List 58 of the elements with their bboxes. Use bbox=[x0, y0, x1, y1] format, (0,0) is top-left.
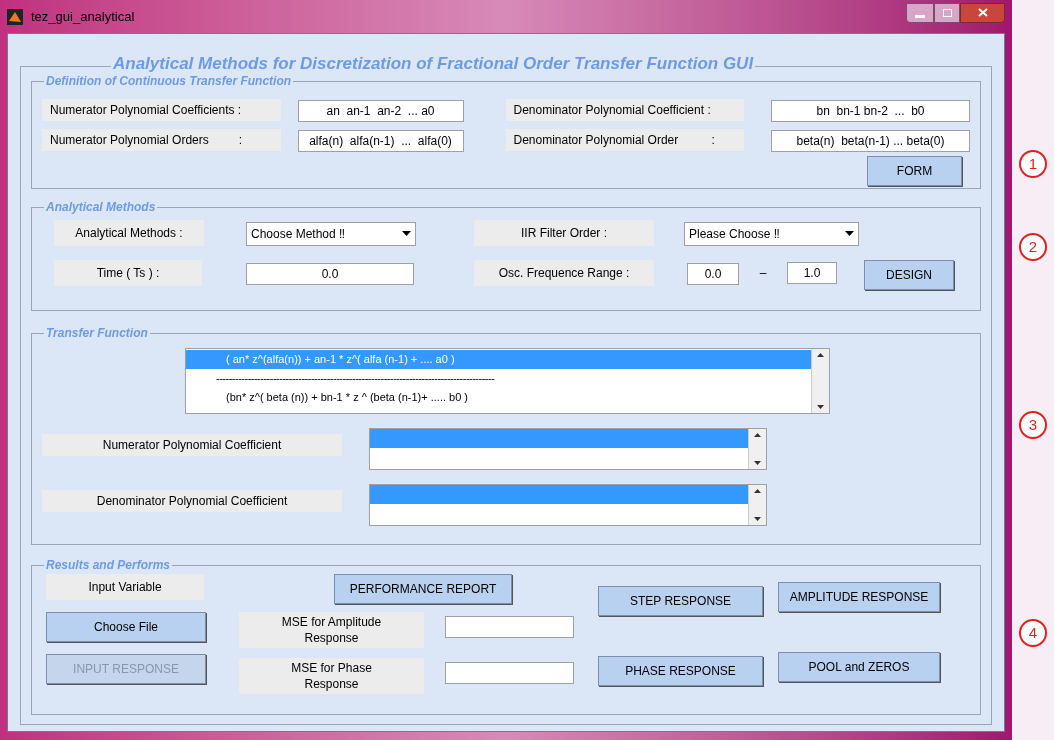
down-arrow-icon[interactable] bbox=[754, 461, 761, 465]
input-field[interactable] bbox=[445, 661, 574, 684]
scrollbar[interactable] bbox=[748, 429, 766, 469]
form-button[interactable]: FORM bbox=[867, 156, 962, 186]
up-arrow-icon[interactable] bbox=[754, 489, 761, 493]
dropdown[interactable]: Choose Method ‼ bbox=[246, 221, 416, 246]
phase-response-button[interactable]: PHASE RESPONSE bbox=[598, 656, 763, 686]
input-field[interactable]: 0.0 bbox=[246, 263, 414, 285]
number-marker: 2 bbox=[1019, 233, 1047, 261]
field-label: Denominator Polynomial Order : bbox=[505, 129, 744, 151]
window-title: tez_gui_analytical bbox=[31, 7, 135, 26]
number-marker: 4 bbox=[1019, 619, 1047, 647]
list-item[interactable]: ---------------------------------------------------------------------------------------- bbox=[186, 369, 811, 388]
app-icon bbox=[7, 8, 23, 25]
choose-file-button[interactable]: Choose File bbox=[46, 612, 206, 642]
number-marker: 1 bbox=[1019, 150, 1047, 178]
field-label: Denominator Polynomial Coefficient : bbox=[505, 99, 744, 121]
input-field[interactable]: beta(n) beta(n-1) ... beta(0) bbox=[771, 130, 970, 152]
range-separator: – bbox=[758, 265, 768, 282]
field-label: Denominator Polynomial Coefficient bbox=[42, 490, 342, 512]
design-button[interactable]: DESIGN bbox=[864, 260, 954, 290]
field-label: MSE for Phase Response bbox=[239, 658, 424, 694]
up-arrow-icon[interactable] bbox=[817, 353, 824, 357]
caret-icon bbox=[845, 231, 854, 236]
scrollbar[interactable] bbox=[811, 349, 829, 413]
field-label: Analytical Methods : bbox=[54, 220, 204, 246]
close-icon[interactable] bbox=[977, 8, 988, 17]
transfer-function-list[interactable]: ( an* z^(alfa(n)) + an-1 * z^( alfa (n-1) + .... a0 ) ---------------------------------------------------------------------------------------- (bn* z^( beta (n)) + bn-1 * z ^ (beta (n-1)+ ..... b0 ) bbox=[185, 348, 830, 414]
input-field[interactable] bbox=[445, 615, 574, 638]
input-field[interactable]: bn bn-1 bn-2 ... b0 bbox=[771, 100, 970, 122]
field-label: MSE for Amplitude Response bbox=[239, 612, 424, 648]
minimize-button[interactable] bbox=[906, 2, 934, 23]
input-field[interactable]: 0.0 bbox=[687, 263, 739, 285]
input-field[interactable]: alfa(n) alfa(n-1) ... alfa(0) bbox=[297, 130, 464, 152]
down-arrow-icon[interactable] bbox=[754, 517, 761, 521]
step-response-button[interactable]: STEP RESPONSE bbox=[598, 586, 763, 616]
field-label: Numerator Polynomial Orders : bbox=[42, 129, 281, 151]
caret-icon bbox=[402, 231, 411, 236]
performance-report-button[interactable]: PERFORMANCE REPORT bbox=[334, 574, 512, 604]
input-field[interactable]: 1.0 bbox=[787, 262, 837, 284]
maximize-button[interactable] bbox=[934, 2, 960, 23]
close-button[interactable] bbox=[960, 2, 1005, 23]
list-item[interactable]: (bn* z^( beta (n)) + bn-1 * z ^ (beta (n-1)+ ..... b0 ) bbox=[186, 388, 811, 407]
field-label: IIR Filter Order : bbox=[474, 220, 654, 246]
field-label: Numerator Polynomial Coefficient bbox=[42, 434, 342, 456]
input-field[interactable]: an an-1 an-2 ... a0 bbox=[297, 100, 464, 122]
dropdown[interactable]: Please Choose ‼ bbox=[684, 221, 859, 246]
down-arrow-icon[interactable] bbox=[817, 405, 824, 409]
field-label: Numerator Polynomial Coefficients : bbox=[42, 99, 281, 121]
field-label: Input Variable bbox=[46, 574, 204, 600]
field-label: Time ( Ts ) : bbox=[54, 260, 202, 286]
amplitude-response-button[interactable]: AMPLITUDE RESPONSE bbox=[778, 582, 940, 612]
field-label: Osc. Frequence Range : bbox=[474, 260, 654, 286]
pool-and-zeros-button[interactable]: POOL and ZEROS bbox=[778, 652, 940, 682]
section-title: Analytical Methods bbox=[44, 199, 158, 215]
scrollbar[interactable] bbox=[748, 485, 766, 525]
up-arrow-icon[interactable] bbox=[754, 433, 761, 437]
number-marker: 3 bbox=[1019, 411, 1047, 439]
